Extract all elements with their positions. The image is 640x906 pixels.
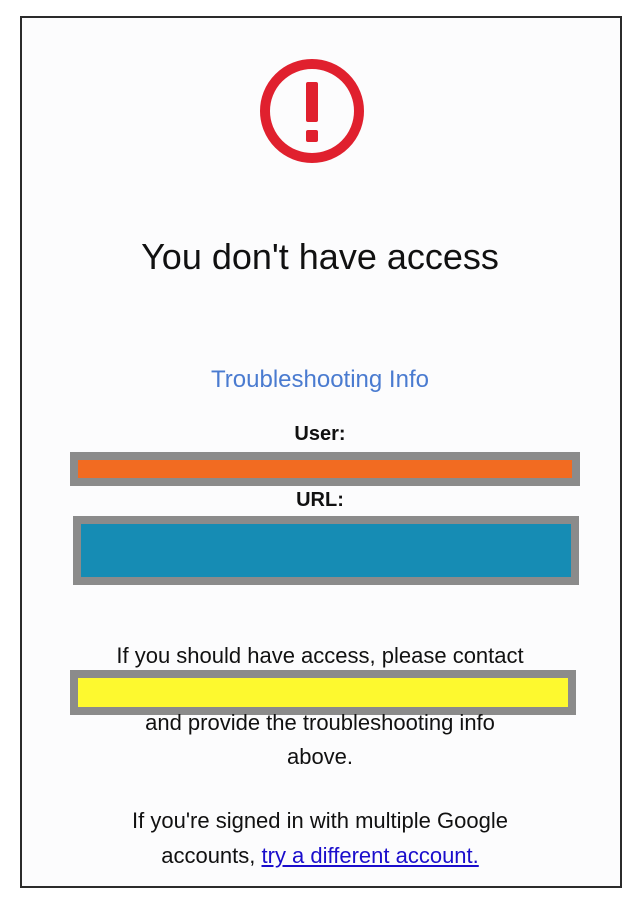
redacted-contact-value bbox=[70, 670, 576, 715]
troubleshooting-header: Troubleshooting Info bbox=[211, 366, 429, 393]
page-title: You don't have access bbox=[141, 236, 499, 277]
redacted-url-value bbox=[73, 516, 579, 585]
multi-account-text: If you're signed in with multiple Google bbox=[132, 808, 508, 833]
provide-info-text: and provide the troubleshooting info bbox=[145, 710, 495, 735]
user-label: User: bbox=[294, 423, 346, 445]
try-different-account-link[interactable]: try a different account. bbox=[262, 843, 479, 868]
switch-account-line: accounts, try a different account. bbox=[0, 843, 640, 869]
above-text: above. bbox=[286, 744, 354, 769]
redacted-user-value bbox=[70, 452, 580, 486]
url-label: URL: bbox=[296, 489, 344, 511]
contact-instruction-text: If you should have access, please contac… bbox=[116, 643, 524, 668]
exclamation-circle-icon bbox=[259, 58, 365, 164]
accounts-prefix-text: accounts, bbox=[161, 843, 262, 868]
